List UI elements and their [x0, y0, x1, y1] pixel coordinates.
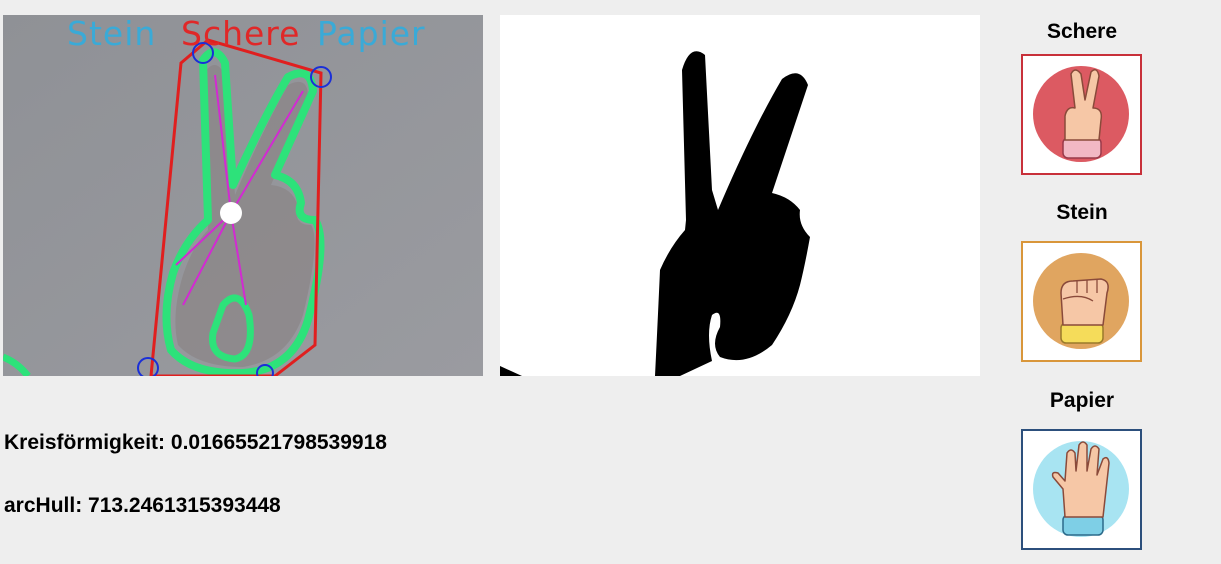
open-hand-icon	[1033, 441, 1129, 537]
binary-mask-view	[500, 15, 980, 376]
overlay-label-papier: Papier	[317, 15, 426, 53]
choice-card-schere[interactable]	[1021, 54, 1142, 175]
choice-label-papier: Papier	[1049, 389, 1115, 412]
archull-label: arcHull:	[4, 494, 83, 517]
mask-image	[500, 15, 980, 376]
camera-frame	[3, 15, 483, 376]
centroid-point	[220, 202, 242, 224]
overlay-label-schere: Schere	[181, 15, 301, 53]
overlay-label-stein: Stein	[67, 15, 157, 53]
choice-card-papier[interactable]	[1021, 429, 1142, 550]
archull-readout: arcHull: 713.2461315393448	[4, 494, 281, 518]
circularity-label: Kreisförmigkeit:	[4, 431, 166, 454]
choice-label-stein: Stein	[1056, 201, 1108, 224]
camera-view: Stein Schere Papier	[3, 15, 483, 376]
circularity-value: 0.01665521798539918	[170, 431, 387, 454]
choice-label-schere: Schere	[1046, 20, 1118, 43]
archull-value: 713.2461315393448	[88, 494, 281, 517]
circularity-readout: Kreisförmigkeit: 0.01665521798539918	[4, 431, 387, 455]
fist-hand-icon	[1033, 253, 1129, 349]
choice-card-stein[interactable]	[1021, 241, 1142, 362]
scissors-hand-icon	[1033, 66, 1129, 162]
